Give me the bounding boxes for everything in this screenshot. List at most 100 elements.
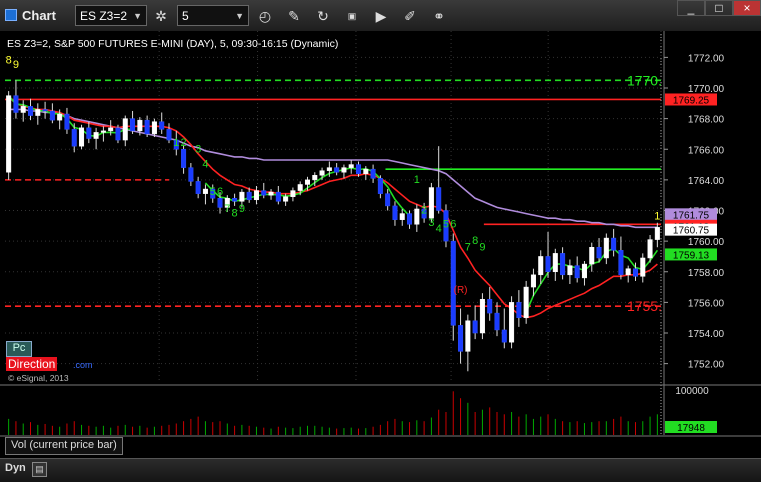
candle-body: [377, 178, 383, 194]
candle-body: [100, 130, 106, 133]
app-icon: [5, 9, 17, 21]
pencil-icon[interactable]: ✎: [283, 5, 305, 27]
interval-value: 5: [182, 9, 189, 23]
minimize-button[interactable]: _: [677, 0, 705, 16]
sequence-count-label: 9: [239, 203, 245, 215]
candle-body: [268, 191, 274, 196]
sequence-count-label: 8: [232, 208, 238, 220]
volume-label: Vol (current price bar): [5, 437, 123, 455]
y-tick-label: 1756.00: [688, 298, 725, 309]
candle-body: [479, 299, 485, 334]
candle-body: [334, 167, 340, 173]
level-label: 1770.: [627, 72, 662, 88]
mode-label[interactable]: Dyn: [5, 462, 26, 474]
candle-body: [93, 132, 99, 139]
sequence-count-label: 5: [210, 186, 216, 198]
chart-title: ES Z3=2, S&P 500 FUTURES E-MINI (DAY), 5…: [7, 38, 338, 50]
play-icon[interactable]: ▶: [370, 5, 392, 27]
candle-body: [217, 198, 223, 208]
lock-icon[interactable]: ▤: [32, 462, 47, 477]
candle-body: [283, 196, 289, 202]
candle-body: [348, 164, 354, 168]
candle-body: [312, 175, 318, 181]
candle-body: [552, 253, 558, 272]
candle-body: [319, 170, 325, 176]
chevron-down-icon[interactable]: ▼: [235, 6, 244, 27]
candle-body: [581, 263, 587, 279]
candle-body: [501, 329, 507, 343]
sequence-count-label: 2: [181, 137, 187, 149]
candle-body: [341, 167, 347, 173]
candle-body: [356, 164, 362, 174]
settings-gear-icon[interactable]: ✲: [150, 5, 172, 27]
direction-badge: Direction: [6, 357, 58, 371]
price-tag-label: 1761.75: [673, 210, 710, 221]
y-tick-label: 1768.00: [688, 115, 725, 126]
candle-body: [42, 109, 48, 112]
candle-body: [618, 250, 624, 276]
sequence-count-label: 9: [479, 241, 485, 253]
candle-body: [458, 325, 464, 352]
sequence-count-label: 6: [217, 186, 223, 198]
candle-body: [589, 247, 595, 265]
candle-body: [304, 179, 310, 185]
interval-input[interactable]: 5 ▼: [177, 5, 249, 26]
price-tag-label: 1760.75: [673, 226, 710, 237]
candle-body: [35, 109, 41, 116]
sequence-count-label: 1: [414, 174, 420, 186]
candle-body: [195, 181, 201, 194]
candle-body: [130, 118, 136, 132]
y-tick-label: 1760.00: [688, 237, 725, 248]
link-icon[interactable]: ⚭: [428, 5, 450, 27]
y-tick-label: 1772.00: [688, 53, 725, 64]
app-title: Chart: [22, 8, 56, 23]
price-chart[interactable]: 8 91 2345 67 8 91234 5 67891(R)1770.1755. 1772.…: [0, 31, 761, 458]
candle-body: [290, 190, 296, 197]
candle-body: [144, 119, 150, 135]
edit-icon[interactable]: ✐: [399, 5, 421, 27]
candle-body: [392, 205, 398, 220]
y-tick-label: 1758.00: [688, 268, 725, 279]
symbol-value: ES Z3=2: [80, 9, 128, 23]
candle-body: [166, 129, 172, 141]
y-tick-label: 1770.00: [688, 84, 725, 95]
candle-body: [516, 302, 522, 318]
sequence-count-label: 6: [450, 218, 456, 230]
chevron-down-icon[interactable]: ▼: [133, 6, 142, 27]
candle-body: [385, 193, 391, 207]
candle-body: [472, 320, 478, 334]
clock-icon[interactable]: ◴: [254, 5, 276, 27]
candle-body: [108, 127, 114, 132]
candle-body: [509, 302, 515, 343]
candle-body: [574, 265, 580, 279]
price-tag-label: 1769.25: [673, 95, 710, 106]
close-button[interactable]: ×: [733, 0, 761, 16]
candle-body: [545, 256, 551, 272]
candle-body: [611, 237, 617, 251]
candle-body: [137, 119, 143, 132]
candle-body: [632, 268, 638, 277]
candle-body: [538, 256, 544, 276]
direction-badge-text: Direction: [8, 357, 56, 371]
sequence-count-label: 3: [195, 143, 201, 155]
candle-body: [523, 286, 529, 318]
candle-body: [181, 149, 187, 168]
y-tick-label: 1752.00: [688, 360, 725, 371]
direction-suffix: .com: [73, 360, 93, 370]
sequence-count-label: 9: [13, 59, 19, 71]
candle-body: [465, 320, 471, 352]
symbol-input[interactable]: ES Z3=2 ▼: [75, 5, 147, 26]
reversal-annotation: (R): [454, 285, 468, 296]
refresh-icon[interactable]: ↻: [312, 5, 334, 27]
candle-body: [159, 121, 165, 130]
candle-body: [275, 191, 281, 202]
candle-body: [414, 208, 420, 225]
bottom-bar: Dyn ▤: [0, 458, 761, 482]
maximize-button[interactable]: □: [705, 0, 733, 16]
gif-icon[interactable]: ▣: [341, 5, 363, 27]
sequence-count-label: 1: [173, 137, 179, 149]
candle-body: [20, 106, 26, 113]
sequence-count-label: 8: [6, 55, 12, 67]
candle-body: [202, 188, 208, 194]
copyright-text: © eSignal, 2013: [8, 373, 69, 383]
